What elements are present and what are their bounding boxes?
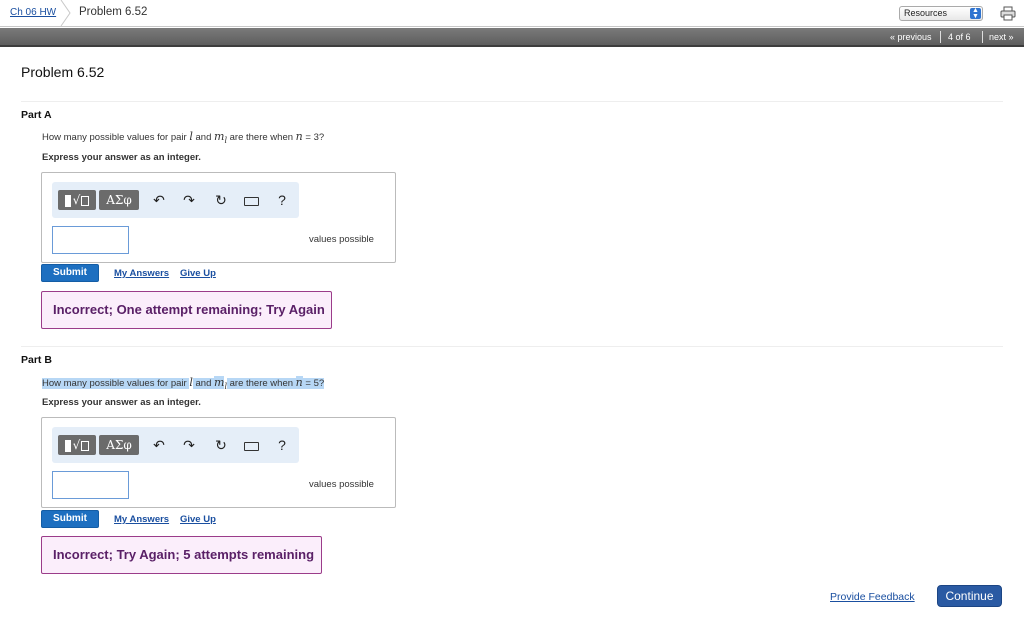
var-n: n <box>295 376 303 389</box>
var-n: n <box>295 130 303 143</box>
breadcrumb-current: Problem 6.52 <box>79 6 148 18</box>
resources-label: Resources <box>904 8 948 18</box>
template-box-icon <box>64 194 71 207</box>
provide-feedback-link[interactable]: Provide Feedback <box>830 591 915 603</box>
question-text: and <box>192 378 214 389</box>
part-a-label: Part A <box>21 109 52 121</box>
help-icon[interactable]: ? <box>273 436 291 454</box>
keyboard-icon[interactable] <box>242 191 260 209</box>
part-b-give-up-link[interactable]: Give Up <box>180 514 216 525</box>
page-title: Problem 6.52 <box>21 64 105 80</box>
part-b-feedback: Incorrect; Try Again; 5 attempts remaini… <box>41 536 322 574</box>
resources-select[interactable]: Resources ▲ ▼ <box>899 6 983 21</box>
undo-icon[interactable]: ↶ <box>150 191 168 209</box>
greek-symbols-button[interactable]: ΑΣφ <box>99 190 139 210</box>
select-arrows-icon: ▲ ▼ <box>970 7 981 20</box>
continue-button[interactable]: Continue <box>937 585 1002 607</box>
question-text: and <box>192 132 214 143</box>
radical-box-icon <box>81 440 90 451</box>
part-a-feedback: Incorrect; One attempt remaining; Try Ag… <box>41 291 332 329</box>
redo-icon[interactable]: ↷ <box>180 191 198 209</box>
question-text: How many possible values for pair <box>42 132 190 143</box>
question-text: How many possible values for pair <box>42 378 190 389</box>
part-a-give-up-link[interactable]: Give Up <box>180 268 216 279</box>
templates-button[interactable]: √ <box>58 435 96 455</box>
part-a-units: values possible <box>309 234 374 245</box>
part-b-my-answers-link[interactable]: My Answers <box>114 514 169 525</box>
part-b-label: Part B <box>21 354 52 366</box>
reset-icon[interactable]: ↻ <box>212 191 230 209</box>
part-a-answer-box: √ ΑΣφ ↶ ↷ ↻ ? values possible <box>41 172 396 263</box>
math-toolbar: √ ΑΣφ ↶ ↷ ↻ ? <box>52 182 299 218</box>
question-text: are there when <box>227 132 296 143</box>
breadcrumb-link[interactable]: Ch 06 HW <box>10 7 56 18</box>
part-b-instruction: Express your answer as an integer. <box>42 397 201 408</box>
top-bar: Ch 06 HW Problem 6.52 Resources ▲ ▼ <box>0 0 1024 27</box>
part-a-question: How many possible values for pair l and … <box>42 130 324 145</box>
template-box-icon <box>64 439 71 452</box>
part-divider <box>21 346 1003 347</box>
next-link[interactable]: next » <box>989 32 1014 42</box>
print-icon[interactable] <box>1000 6 1016 21</box>
question-text: are there when <box>227 378 296 389</box>
part-a-instruction: Express your answer as an integer. <box>42 152 201 163</box>
part-b-units: values possible <box>309 479 374 490</box>
part-a-submit-button[interactable]: Submit <box>41 264 99 282</box>
nav-divider <box>982 31 983 43</box>
part-a-answer-input[interactable] <box>52 226 129 254</box>
nav-divider <box>940 31 941 43</box>
question-text: = 3? <box>302 132 325 143</box>
redo-icon[interactable]: ↷ <box>180 436 198 454</box>
math-toolbar: √ ΑΣφ ↶ ↷ ↻ ? <box>52 427 299 463</box>
previous-link[interactable]: « previous <box>890 32 932 42</box>
keyboard-icon[interactable] <box>242 436 260 454</box>
reset-icon[interactable]: ↻ <box>212 436 230 454</box>
nav-position: 4 of 6 <box>948 32 971 42</box>
undo-icon[interactable]: ↶ <box>150 436 168 454</box>
part-divider <box>21 101 1003 102</box>
var-ml: m <box>214 376 225 389</box>
var-ml: m <box>214 130 225 143</box>
part-b-question: How many possible values for pair l and … <box>42 376 325 391</box>
problem-nav-bar: « previous 4 of 6 next » <box>0 28 1024 47</box>
radical-box-icon <box>81 195 90 206</box>
question-text: = 5? <box>302 378 325 389</box>
breadcrumb-separator-icon <box>60 0 71 26</box>
greek-symbols-button[interactable]: ΑΣφ <box>99 435 139 455</box>
part-b-answer-box: √ ΑΣφ ↶ ↷ ↻ ? values possible <box>41 417 396 508</box>
part-b-answer-input[interactable] <box>52 471 129 499</box>
help-icon[interactable]: ? <box>273 191 291 209</box>
part-b-submit-button[interactable]: Submit <box>41 510 99 528</box>
templates-button[interactable]: √ <box>58 190 96 210</box>
part-a-my-answers-link[interactable]: My Answers <box>114 268 169 279</box>
